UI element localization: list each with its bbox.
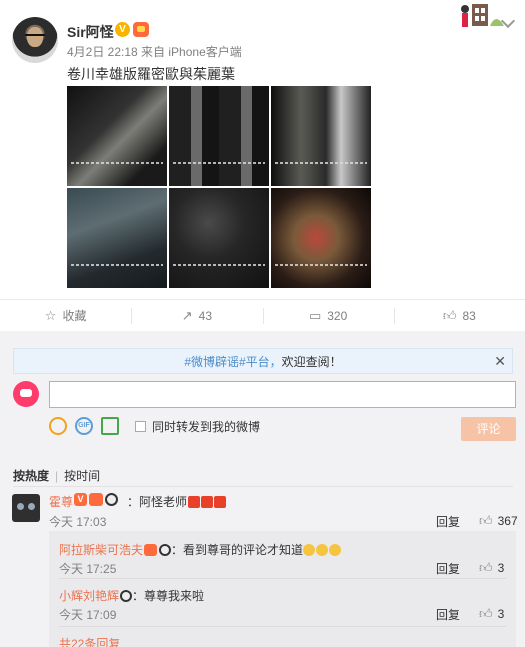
gift-emoji-icon	[201, 496, 214, 508]
star-icon: ☆	[44, 307, 57, 323]
emoji-icon[interactable]	[49, 417, 67, 435]
reply-button[interactable]: 回复	[436, 513, 460, 530]
close-icon[interactable]: ✕	[494, 353, 506, 370]
reply-time: 今天 17:25	[59, 562, 117, 576]
reply-button[interactable]: 回复	[436, 606, 460, 623]
repost-icon: ↗	[181, 307, 193, 323]
reply-thread: 阿拉斯柴可浩夫 ：看到尊哥的评论才知道 今天 17:25 回复 👍︎ 3 小辉刘艳…	[49, 531, 516, 647]
tears-emoji-icon	[303, 544, 316, 556]
submit-comment-button[interactable]: 评论	[461, 417, 516, 441]
reply-time: 今天 17:09	[59, 608, 117, 622]
favorite-button[interactable]: ☆ 收藏	[0, 307, 131, 324]
vip-crown-icon	[144, 544, 157, 556]
photo-thumb[interactable]	[271, 86, 371, 186]
divider	[59, 626, 506, 627]
weibo-post: Sir阿怪 V 4月2日 22:18 来自 iPhone客户端 卷川幸雄版羅密歐…	[0, 0, 525, 298]
panda-badge-icon	[120, 590, 132, 602]
reply-text: ：尊尊我来啦	[120, 587, 204, 604]
sort-time-tab[interactable]: 按时间	[64, 469, 100, 483]
notice-link[interactable]: 欢迎查阅！	[282, 353, 342, 370]
thumbs-up-icon: 👍︎	[442, 307, 457, 323]
post-meta: 4月2日 22:18 来自 iPhone客户端	[67, 45, 242, 59]
commenter-name[interactable]: 霍尊	[49, 493, 73, 510]
comment-button[interactable]: ▭ 320	[262, 307, 394, 324]
gift-emoji-icon	[214, 496, 227, 508]
sort-tabs: 按热度 | 按时间	[13, 469, 101, 483]
reply-like-button[interactable]: 👍︎ 3	[479, 606, 504, 622]
post-action-bar: ☆ 收藏 ↗ 43 ▭ 320 👍︎ 83	[0, 299, 525, 331]
author-avatar[interactable]	[12, 17, 58, 63]
tears-emoji-icon	[316, 544, 329, 556]
panda-badge-icon	[105, 493, 118, 506]
more-replies-link[interactable]: 共22条回复	[59, 635, 120, 647]
comment-input[interactable]	[49, 381, 516, 408]
sort-hot-tab[interactable]: 按热度	[13, 469, 49, 483]
image-icon[interactable]	[101, 417, 119, 435]
reply-button[interactable]: 回复	[436, 560, 460, 577]
reply-author-name[interactable]: 阿拉斯柴可浩夫	[59, 541, 143, 558]
notice-text: #微博辟谣#平台，	[184, 354, 282, 369]
divider	[13, 486, 513, 487]
comment-icon: ▭	[308, 307, 322, 323]
like-button[interactable]: 👍︎ 83	[393, 307, 525, 324]
tears-emoji-icon	[329, 544, 342, 556]
comment-tools: GIF 同时转发到我的微博	[49, 417, 260, 435]
reply-author-name[interactable]: 小辉刘艳辉	[59, 587, 119, 604]
author-name[interactable]: Sir阿怪	[67, 22, 114, 42]
gif-icon[interactable]: GIF	[75, 417, 93, 435]
vip-crown-icon	[133, 22, 149, 37]
thumbs-up-icon: 👍︎	[479, 560, 493, 575]
comments-section: #微博辟谣#平台， 欢迎查阅！ ✕ GIF 同时转发到我的微博 评论 按热度 | 按…	[0, 331, 525, 647]
rumor-notice-banner: #微博辟谣#平台， 欢迎查阅！ ✕	[13, 348, 513, 374]
sync-repost-label: 同时转发到我的微博	[152, 419, 261, 434]
reply-like-button[interactable]: 👍︎ 3	[479, 560, 504, 576]
verified-badge-icon: V	[74, 493, 87, 506]
reply-text: ：看到尊哥的评论才知道	[144, 541, 342, 558]
sync-repost-checkbox[interactable]	[135, 420, 146, 432]
comment-time: 今天 17:03	[49, 515, 107, 529]
photo-thumb[interactable]	[67, 188, 167, 288]
panda-badge-icon	[159, 544, 171, 556]
photo-thumb[interactable]	[169, 86, 269, 186]
gift-emoji-icon	[188, 496, 201, 508]
commenter-avatar[interactable]	[12, 494, 40, 522]
thumbs-up-icon: 👍︎	[479, 606, 493, 621]
my-avatar	[13, 381, 39, 407]
thumbs-up-icon: 👍︎	[479, 513, 493, 528]
photo-thumb[interactable]	[67, 86, 167, 186]
commenter-badges: V	[74, 493, 118, 506]
verified-badge-icon: V	[115, 22, 130, 37]
repost-button[interactable]: ↗ 43	[131, 307, 262, 324]
photo-thumb[interactable]	[271, 188, 371, 288]
vip-crown-icon	[89, 493, 103, 506]
comment-text: ：阿怪老师	[127, 493, 227, 510]
post-caption: 卷川幸雄版羅密歐與茱麗葉	[67, 66, 235, 82]
photo-thumb[interactable]	[169, 188, 269, 288]
divider	[59, 578, 506, 579]
comment-like-button[interactable]: 👍︎ 367	[479, 513, 518, 529]
